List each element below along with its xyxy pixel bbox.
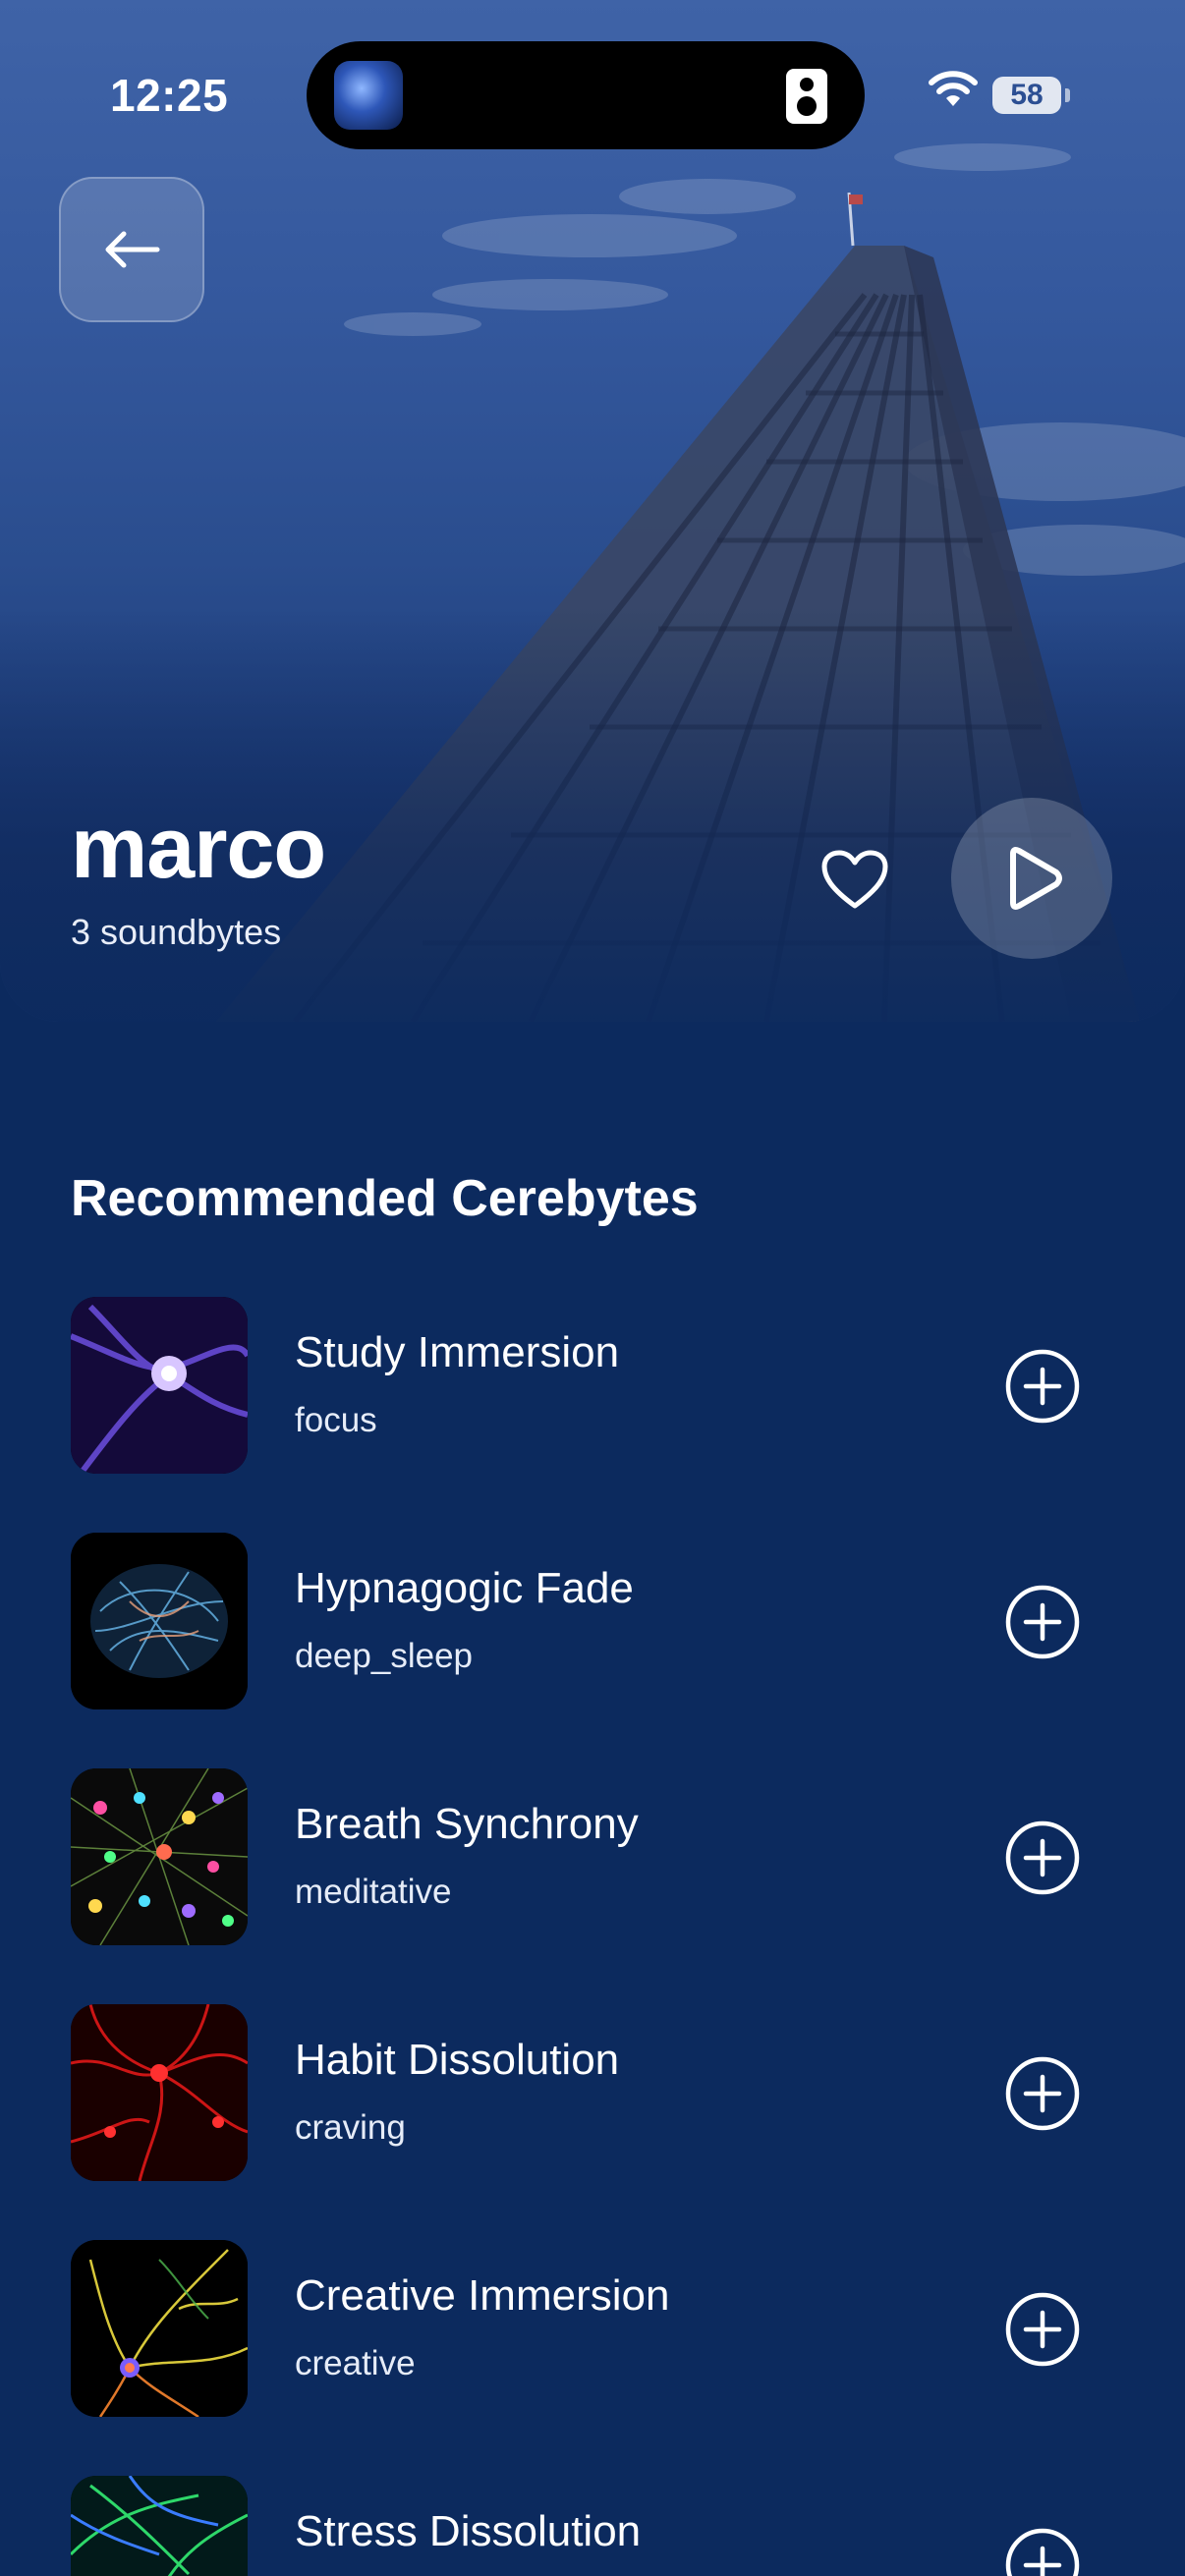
item-thumbnail: [71, 2004, 248, 2181]
back-button[interactable]: [59, 177, 204, 322]
item-thumbnail: [71, 1297, 248, 1474]
list-item[interactable]: Creative Immersion creative: [0, 2240, 1185, 2417]
battery-cap: [1065, 88, 1070, 102]
plus-circle-icon[interactable]: [1004, 1348, 1081, 1425]
item-category: meditative: [295, 1873, 452, 1911]
soundbyte-count: 3 soundbytes: [71, 912, 282, 952]
list-item[interactable]: Breath Synchrony meditative: [0, 1768, 1185, 1945]
item-title: Creative Immersion: [295, 2271, 670, 2320]
profile-name: marco: [71, 799, 326, 896]
heart-icon: [821, 850, 888, 909]
item-category: deep_sleep: [295, 1637, 473, 1675]
item-category: craving: [295, 2108, 406, 2147]
item-category: focus: [295, 1401, 377, 1439]
item-thumbnail: [71, 1533, 248, 1709]
plus-circle-icon[interactable]: [1004, 1584, 1081, 1660]
item-title: Stress Dissolution: [295, 2507, 642, 2555]
item-title: Breath Synchrony: [295, 1800, 639, 1848]
list-item[interactable]: Habit Dissolution craving: [0, 2004, 1185, 2181]
item-thumbnail: [71, 2476, 248, 2576]
list-item[interactable]: Hypnagogic Fade deep_sleep: [0, 1533, 1185, 1709]
list-item[interactable]: Stress Dissolution: [0, 2476, 1185, 2576]
wifi-icon: [929, 71, 978, 106]
plus-circle-icon[interactable]: [1004, 2291, 1081, 2368]
plus-circle-icon[interactable]: [1004, 2055, 1081, 2132]
item-title: Habit Dissolution: [295, 2036, 620, 2084]
list-item[interactable]: Study Immersion focus: [0, 1297, 1185, 1474]
item-thumbnail: [71, 1768, 248, 1945]
battery-indicator: 58: [992, 77, 1061, 114]
speaker-icon: [786, 69, 827, 124]
favorite-button[interactable]: [816, 843, 894, 918]
plus-circle-icon[interactable]: [1004, 1820, 1081, 1896]
back-arrow-icon: [105, 231, 160, 268]
item-title: Study Immersion: [295, 1328, 620, 1376]
dynamic-island[interactable]: [307, 41, 865, 149]
screen: 12:25 58 marco 3 soundbytes Recommended …: [0, 0, 1185, 2576]
status-time: 12:25: [110, 70, 229, 121]
item-thumbnail: [71, 2240, 248, 2417]
item-title: Hypnagogic Fade: [295, 1564, 634, 1612]
play-icon: [1010, 847, 1062, 910]
plus-circle-icon[interactable]: [1004, 2527, 1081, 2576]
item-category: creative: [295, 2344, 416, 2382]
section-title: Recommended Cerebytes: [71, 1170, 699, 1227]
now-playing-artwork: [334, 61, 403, 130]
play-button[interactable]: [951, 798, 1112, 959]
